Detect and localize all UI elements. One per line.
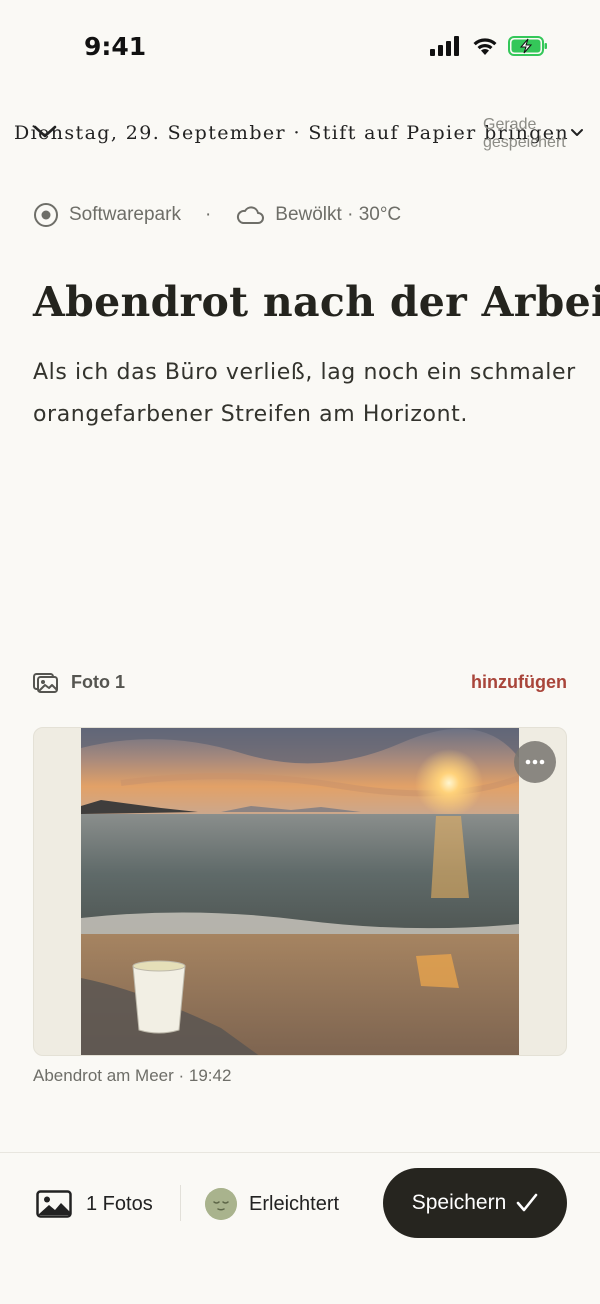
photos-toolbar-button[interactable]: 1 Fotos bbox=[36, 1187, 153, 1221]
weather-label: Bewölkt · 30°C bbox=[275, 204, 402, 225]
battery-charging-icon bbox=[508, 36, 547, 56]
bottom-toolbar: 1 Fotos Erleichtert Speichern bbox=[0, 1152, 600, 1304]
photo-more-button[interactable] bbox=[514, 741, 556, 783]
photos-icon bbox=[33, 673, 58, 693]
mood-label: Erleichtert bbox=[249, 1192, 340, 1215]
entry-body[interactable]: Als ich das Büro verließ, lag noch ein s… bbox=[33, 352, 578, 436]
entry-meta: Softwarepark · Bewölkt · 30°C bbox=[33, 198, 401, 232]
mood-selector[interactable]: Erleichtert bbox=[205, 1187, 339, 1221]
location-tag[interactable]: Softwarepark bbox=[33, 202, 181, 228]
entry-title[interactable]: Abendrot nach der Arbeit bbox=[33, 278, 600, 326]
location-label: Softwarepark bbox=[69, 204, 181, 225]
save-status: Gerade gespeichert bbox=[483, 116, 566, 151]
photos-count-label: Foto 1 bbox=[71, 671, 125, 692]
mood-face-icon bbox=[205, 1188, 237, 1220]
status-time: 9:41 bbox=[84, 32, 147, 61]
status-icons bbox=[430, 36, 548, 56]
chevron-down-icon[interactable] bbox=[32, 124, 58, 140]
toolbar-divider bbox=[180, 1185, 181, 1221]
weather-tag[interactable]: Bewölkt · 30°C bbox=[235, 204, 401, 226]
photo-caption[interactable]: Abendrot am Meer · 19:42 bbox=[33, 1066, 231, 1086]
checkmark-icon bbox=[516, 1193, 538, 1212]
save-button-label: Speichern bbox=[411, 1191, 507, 1214]
sunset-photo[interactable] bbox=[81, 728, 519, 1056]
photos-count: 1 Fotos bbox=[86, 1192, 153, 1215]
cloud-icon bbox=[237, 206, 265, 224]
signal-icon bbox=[430, 36, 459, 56]
photo-card[interactable] bbox=[33, 727, 567, 1056]
entry-navigation: Dienstag, 29. September · Stift auf Papi… bbox=[0, 112, 600, 160]
more-icon bbox=[525, 759, 545, 765]
photos-header: Foto 1 hinzufügen bbox=[33, 666, 567, 698]
wifi-icon bbox=[473, 38, 497, 55]
location-icon bbox=[34, 203, 58, 227]
photos-section-title: Foto 1 bbox=[33, 671, 125, 693]
add-photo-link[interactable]: hinzufügen bbox=[471, 672, 567, 693]
meta-separator: · bbox=[204, 204, 212, 225]
image-icon bbox=[36, 1190, 72, 1218]
status-bar: 9:41 bbox=[0, 0, 600, 96]
save-button[interactable]: Speichern bbox=[383, 1168, 567, 1238]
